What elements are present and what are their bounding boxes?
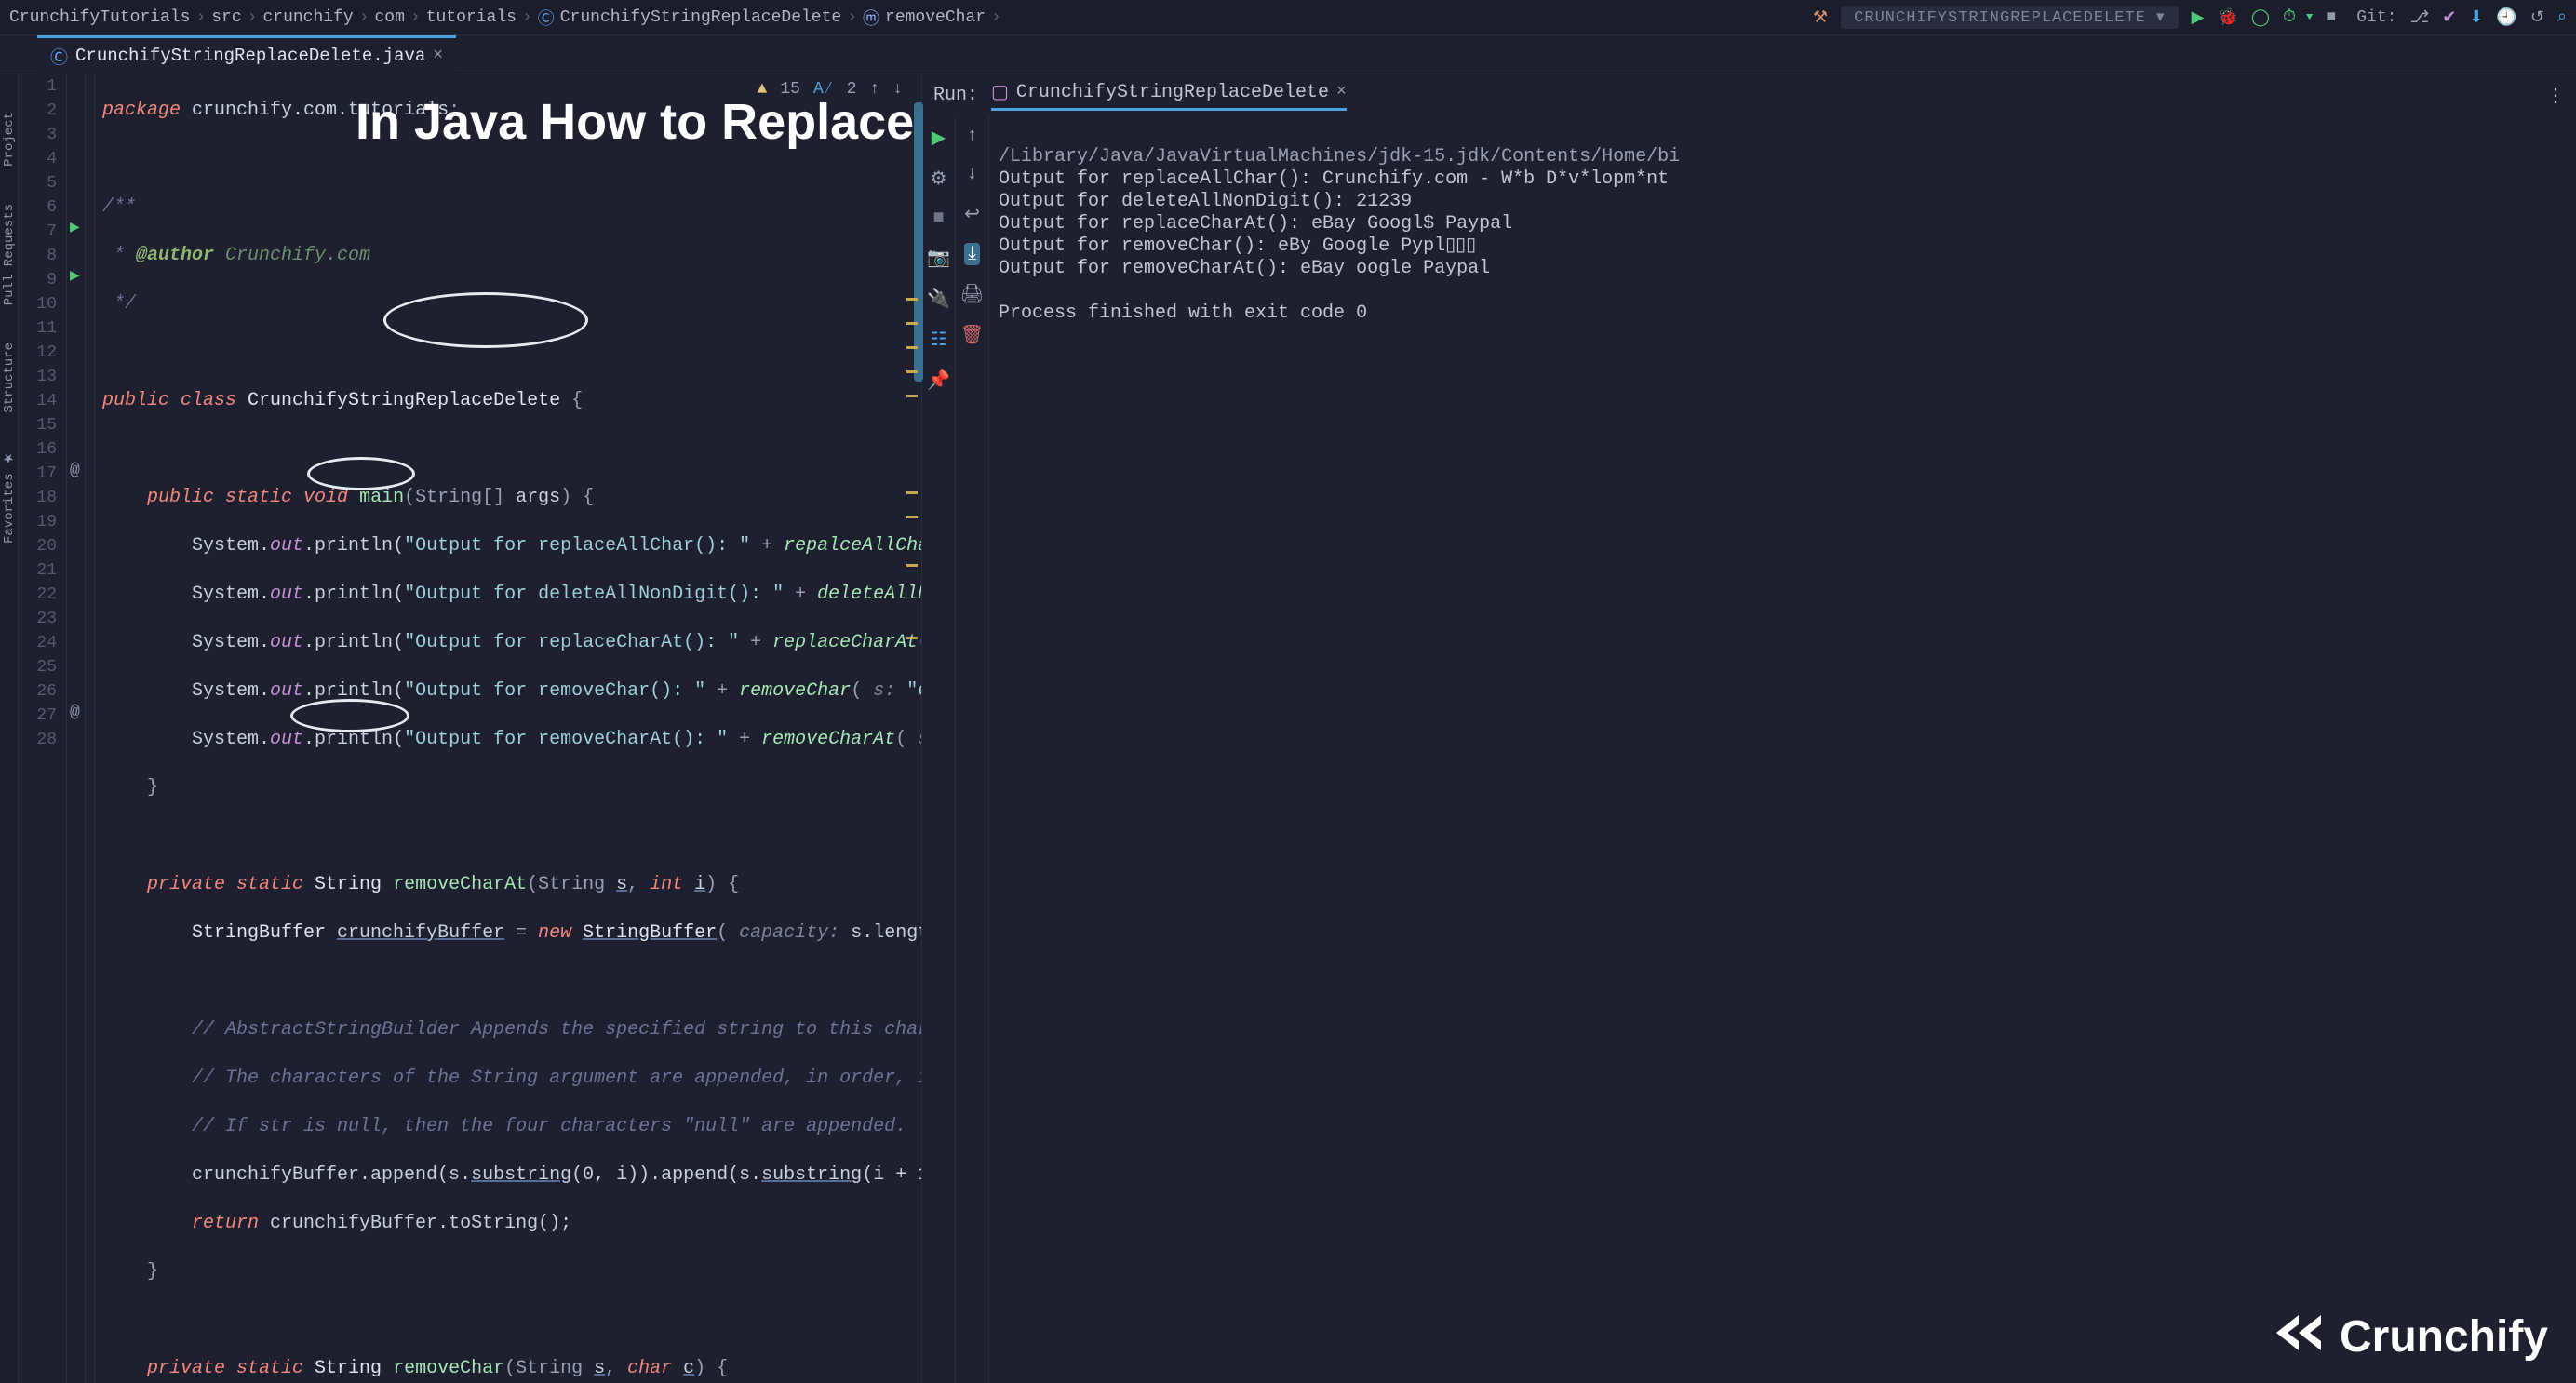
pull-requests-tool-button[interactable]: Pull Requests bbox=[2, 204, 17, 305]
favorites-tool-button[interactable]: Favorites ★ bbox=[2, 450, 17, 544]
crumb-pkg1[interactable]: crunchify bbox=[262, 8, 353, 27]
breadcrumb: CrunchifyTutorials › src › crunchify › c… bbox=[9, 6, 1001, 30]
run-config-combo[interactable]: CRUNCHIFYSTRINGREPLACEDELETE ▾ bbox=[1841, 6, 2178, 29]
override-icon[interactable]: @ bbox=[70, 462, 80, 480]
run-title: Run: bbox=[933, 85, 978, 106]
print-icon[interactable]: 🖨 bbox=[960, 282, 984, 306]
line-number-gutter[interactable]: 1234567891011121314151617181920212223242… bbox=[19, 74, 67, 1383]
crumb-src[interactable]: src bbox=[211, 8, 241, 27]
chevron-right-icon: › bbox=[359, 8, 369, 27]
class-icon: Ⓒ bbox=[538, 6, 555, 30]
build-icon[interactable]: ⚒ bbox=[1813, 7, 1828, 28]
run-tool-window: Run: ▢ CrunchifyStringReplaceDelete × ⋮ … bbox=[921, 74, 2576, 1383]
structure-tool-button[interactable]: Structure bbox=[2, 342, 17, 413]
more-icon[interactable]: ⋮ bbox=[2546, 84, 2565, 108]
rollback-icon[interactable]: ↺ bbox=[2530, 7, 2544, 28]
close-icon[interactable]: × bbox=[433, 47, 443, 65]
clear-icon[interactable]: 🗑 bbox=[960, 323, 984, 347]
layout-icon[interactable]: ☷ bbox=[931, 328, 947, 352]
crumb-method[interactable]: removeChar bbox=[885, 8, 986, 27]
icon-gutter: ▶ ▶ @ @ bbox=[67, 74, 86, 1383]
chevron-right-icon: › bbox=[522, 8, 532, 27]
commit-icon[interactable]: ✔ bbox=[2442, 7, 2456, 28]
error-stripe[interactable] bbox=[906, 130, 919, 1383]
run-output-gutter: ↑ ↓ ↩ ⤓ 🖨 🗑 bbox=[956, 116, 989, 1383]
run-tab[interactable]: ▢ CrunchifyStringReplaceDelete × bbox=[991, 80, 1347, 111]
down-icon[interactable]: ↓ bbox=[966, 164, 977, 185]
run-tab-label: CrunchifyStringReplaceDelete bbox=[1016, 82, 1329, 103]
class-icon: Ⓒ bbox=[50, 44, 68, 69]
up-icon[interactable]: ↑ bbox=[966, 126, 977, 147]
crumb-pkg3[interactable]: tutorials bbox=[426, 8, 517, 27]
run-line-icon[interactable]: ▶ bbox=[70, 268, 80, 284]
main-area: Project Pull Requests Structure Favorite… bbox=[0, 74, 2576, 1383]
run-line-icon[interactable]: ▶ bbox=[70, 220, 80, 235]
settings-icon[interactable]: ⚙ bbox=[931, 167, 947, 191]
rerun-icon[interactable]: ▶ bbox=[932, 126, 946, 150]
history-icon[interactable]: 🕘 bbox=[2496, 7, 2516, 28]
code-editor[interactable]: ▲15 A⁄2 ↑ ↓ 1234567891011121314151617181… bbox=[19, 74, 921, 1383]
editor-tab-bar: Ⓒ CrunchifyStringReplaceDelete.java × bbox=[0, 35, 2576, 74]
camera-icon[interactable]: 📷 bbox=[927, 246, 950, 270]
run-output[interactable]: /Library/Java/JavaVirtualMachines/jdk-15… bbox=[989, 116, 2576, 1383]
stop-icon[interactable]: ■ bbox=[2326, 8, 2336, 27]
crunchify-logo-icon bbox=[2271, 1311, 2327, 1363]
run-header: Run: ▢ CrunchifyStringReplaceDelete × ⋮ bbox=[922, 74, 2576, 116]
ide-window: CrunchifyTutorials › src › crunchify › c… bbox=[0, 0, 2576, 1383]
git-label: Git: bbox=[2356, 8, 2396, 27]
profile-icon[interactable]: ⏱ ▾ bbox=[2283, 7, 2313, 27]
crumb-pkg2[interactable]: com bbox=[375, 8, 405, 27]
scroll-end-icon[interactable]: ⤓ bbox=[964, 243, 980, 265]
chevron-right-icon: › bbox=[847, 8, 857, 27]
toolbar-right: ⚒ CRUNCHIFYSTRINGREPLACEDELETE ▾ ▶ 🐞 ◯ ⏱… bbox=[1813, 6, 2567, 29]
close-icon[interactable]: × bbox=[1336, 83, 1347, 101]
chevron-right-icon: › bbox=[248, 8, 258, 27]
chevron-right-icon: › bbox=[991, 8, 1001, 27]
crumb-class[interactable]: CrunchifyStringReplaceDelete bbox=[560, 8, 841, 27]
usb-icon[interactable]: 🔌 bbox=[927, 287, 950, 311]
chevron-right-icon: › bbox=[195, 8, 206, 27]
crunchify-logo: Crunchify bbox=[2271, 1311, 2548, 1363]
crumb-project[interactable]: CrunchifyTutorials bbox=[9, 8, 190, 27]
project-tool-button[interactable]: Project bbox=[2, 112, 17, 167]
search-everywhere-icon[interactable]: ⌕ bbox=[2557, 7, 2567, 27]
run-action-gutter: ▶ ⚙ ■ 📷 🔌 ☷ 📌 bbox=[922, 116, 956, 1383]
run-icon[interactable]: ▶ bbox=[2192, 7, 2205, 28]
run-tab-icon: ▢ bbox=[991, 80, 1009, 104]
softwrap-icon[interactable]: ↩ bbox=[964, 202, 980, 226]
tab-title: CrunchifyStringReplaceDelete.java bbox=[75, 46, 425, 66]
method-icon: ⓜ bbox=[863, 6, 879, 30]
debug-icon[interactable]: 🐞 bbox=[2217, 7, 2237, 28]
update-icon[interactable]: ⬇ bbox=[2469, 7, 2483, 28]
coverage-icon[interactable]: ◯ bbox=[2251, 7, 2270, 28]
code-area[interactable]: package crunchify.com.tutorials; /** * @… bbox=[95, 74, 921, 1383]
pin-icon[interactable]: 📌 bbox=[927, 369, 950, 393]
stop-icon[interactable]: ■ bbox=[932, 208, 944, 229]
branch-icon[interactable]: ⎇ bbox=[2409, 7, 2429, 28]
fold-gutter[interactable] bbox=[86, 74, 95, 1383]
left-tool-rail: Project Pull Requests Structure Favorite… bbox=[0, 74, 19, 1383]
crunchify-logo-text: Crunchify bbox=[2340, 1315, 2548, 1360]
top-toolbar: CrunchifyTutorials › src › crunchify › c… bbox=[0, 0, 2576, 35]
editor-tab[interactable]: Ⓒ CrunchifyStringReplaceDelete.java × bbox=[37, 35, 456, 74]
override-icon[interactable]: @ bbox=[70, 704, 80, 722]
chevron-right-icon: › bbox=[410, 8, 421, 27]
